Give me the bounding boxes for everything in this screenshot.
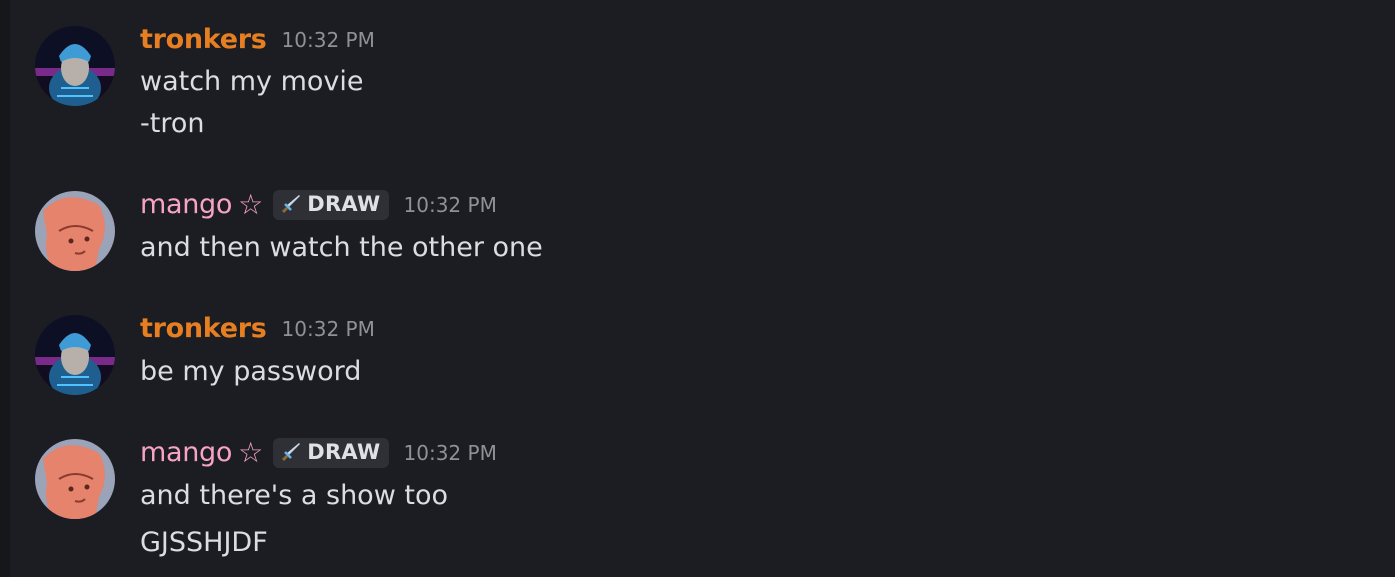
left-rail: [0, 0, 10, 577]
timestamp[interactable]: 10:32 PM: [282, 28, 375, 52]
avatar[interactable]: [35, 191, 115, 271]
message-header: mango ☆ DRAW 10:32 PM: [140, 188, 497, 221]
message-text: and there's a show too: [140, 480, 448, 511]
star-icon: ☆: [238, 436, 264, 469]
star-icon: ☆: [238, 188, 264, 221]
mango-avatar-image: [35, 191, 115, 271]
mango-avatar-image: [35, 439, 115, 519]
timestamp[interactable]: 10:32 PM: [404, 441, 497, 465]
tron-avatar-image: [35, 315, 115, 395]
message-text: watch my movie: [140, 66, 364, 97]
username[interactable]: tronkers: [140, 313, 267, 344]
avatar[interactable]: [35, 315, 115, 395]
username[interactable]: tronkers: [140, 24, 267, 55]
role-tag[interactable]: DRAW: [273, 189, 389, 220]
message-text: -tron: [140, 108, 205, 139]
username[interactable]: mango: [140, 437, 232, 468]
message-text: be my password: [140, 356, 362, 387]
sword-icon: [282, 195, 301, 214]
role-tag-label: DRAW: [307, 440, 381, 464]
username[interactable]: mango: [140, 189, 232, 220]
role-tag-label: DRAW: [307, 192, 381, 216]
sword-icon: [282, 443, 301, 462]
timestamp[interactable]: 10:32 PM: [282, 317, 375, 341]
avatar[interactable]: [35, 439, 115, 519]
role-tag[interactable]: DRAW: [273, 437, 389, 468]
timestamp[interactable]: 10:32 PM: [404, 193, 497, 217]
message-text: and then watch the other one: [140, 232, 543, 263]
message-text: GJSSHJDF: [140, 527, 268, 558]
message-header: tronkers 10:32 PM: [140, 24, 375, 55]
message-header: tronkers 10:32 PM: [140, 313, 375, 344]
avatar[interactable]: [35, 26, 115, 106]
tron-avatar-image: [35, 26, 115, 106]
message-header: mango ☆ DRAW 10:32 PM: [140, 436, 497, 469]
